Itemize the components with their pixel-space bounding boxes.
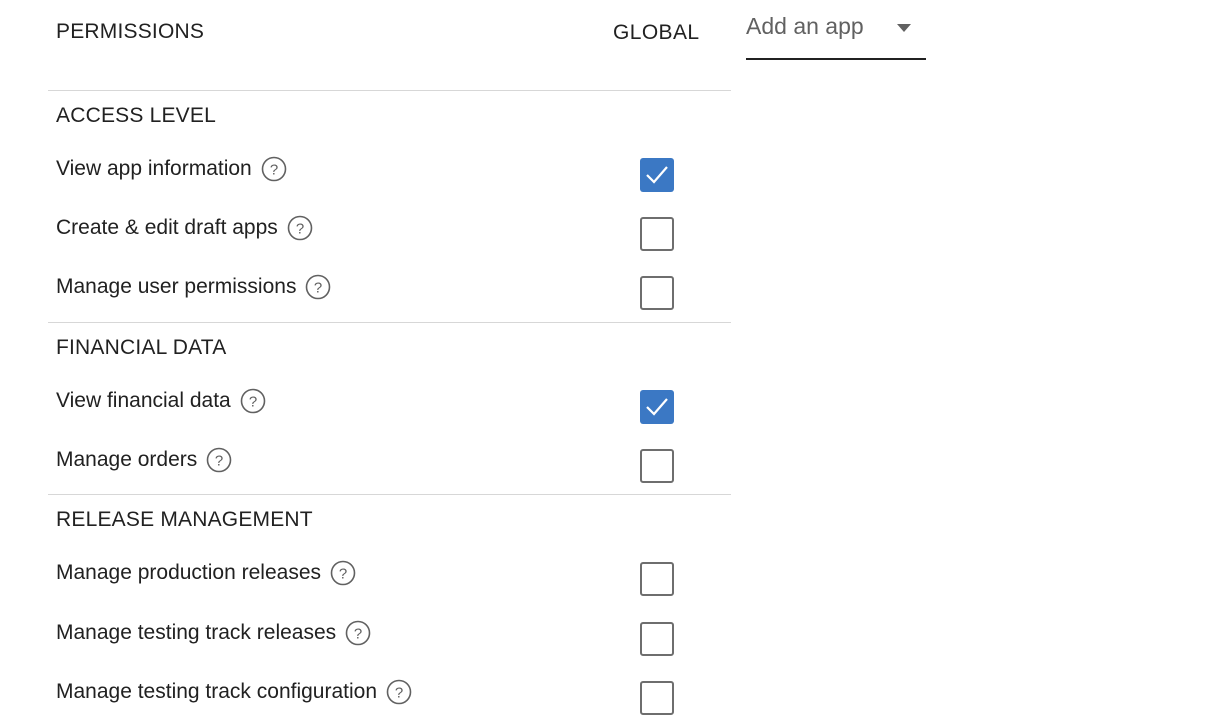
- checkbox-view-app-information[interactable]: [640, 158, 674, 192]
- svg-text:?: ?: [249, 394, 257, 411]
- checkbox-manage-production-releases[interactable]: [640, 562, 674, 596]
- section-title-release-management: RELEASE MANAGEMENT: [56, 508, 313, 531]
- permission-label: Manage orders: [56, 448, 198, 471]
- svg-text:?: ?: [215, 453, 223, 470]
- checkbox-create-edit-draft-apps[interactable]: [640, 217, 674, 251]
- svg-text:?: ?: [395, 685, 403, 702]
- permission-label: Create & edit draft apps: [56, 216, 278, 239]
- permission-row-manage-testing-track-configuration: Manage testing track configuration ?: [56, 679, 696, 719]
- section-title-access-level: ACCESS LEVEL: [56, 104, 216, 127]
- help-icon[interactable]: ?: [287, 215, 313, 241]
- help-icon[interactable]: ?: [305, 274, 331, 300]
- svg-text:?: ?: [354, 626, 362, 643]
- help-icon[interactable]: ?: [206, 447, 232, 473]
- permission-row-manage-production-releases: Manage production releases ?: [56, 560, 696, 600]
- caret-down-icon: [897, 24, 911, 32]
- add-app-label: Add an app: [746, 13, 864, 39]
- add-app-dropdown[interactable]: Add an app: [746, 0, 926, 60]
- permission-row-create-edit-draft-apps: Create & edit draft apps ?: [56, 215, 696, 255]
- checkbox-manage-orders[interactable]: [640, 449, 674, 483]
- permission-label: Manage testing track configuration: [56, 680, 378, 703]
- section-divider: [48, 494, 731, 495]
- permission-row-view-financial-data: View financial data ?: [56, 388, 696, 428]
- section-divider: [48, 90, 731, 91]
- svg-text:?: ?: [270, 162, 278, 179]
- help-icon[interactable]: ?: [386, 679, 412, 705]
- checkbox-view-financial-data[interactable]: [640, 390, 674, 424]
- permission-label: Manage production releases: [56, 561, 322, 584]
- svg-text:?: ?: [314, 280, 322, 297]
- permissions-panel: PERMISSIONS GLOBAL Add an app ACCESS LEV…: [0, 0, 1226, 724]
- checkbox-manage-testing-track-configuration[interactable]: [640, 681, 674, 715]
- help-icon[interactable]: ?: [330, 560, 356, 586]
- section-title-financial-data: FINANCIAL DATA: [56, 336, 227, 359]
- checkbox-manage-testing-track-releases[interactable]: [640, 622, 674, 656]
- permission-row-view-app-information: View app information ?: [56, 156, 696, 196]
- permission-label: Manage user permissions: [56, 275, 297, 298]
- help-icon[interactable]: ?: [240, 388, 266, 414]
- checkbox-manage-user-permissions[interactable]: [640, 276, 674, 310]
- permission-row-manage-testing-track-releases: Manage testing track releases ?: [56, 620, 696, 660]
- permission-label: View app information: [56, 157, 252, 180]
- checkmark-icon: [646, 398, 668, 416]
- checkmark-icon: [646, 166, 668, 184]
- permission-label: View financial data: [56, 389, 231, 412]
- help-icon[interactable]: ?: [345, 620, 371, 646]
- permission-row-manage-user-permissions: Manage user permissions ?: [56, 274, 696, 314]
- permissions-header: PERMISSIONS: [56, 20, 205, 43]
- help-icon[interactable]: ?: [261, 156, 287, 182]
- svg-text:?: ?: [296, 221, 304, 238]
- permission-row-manage-orders: Manage orders ?: [56, 447, 696, 487]
- global-column-header: GLOBAL: [613, 21, 700, 44]
- svg-text:?: ?: [339, 566, 347, 583]
- section-divider: [48, 322, 731, 323]
- permission-label: Manage testing track releases: [56, 621, 337, 644]
